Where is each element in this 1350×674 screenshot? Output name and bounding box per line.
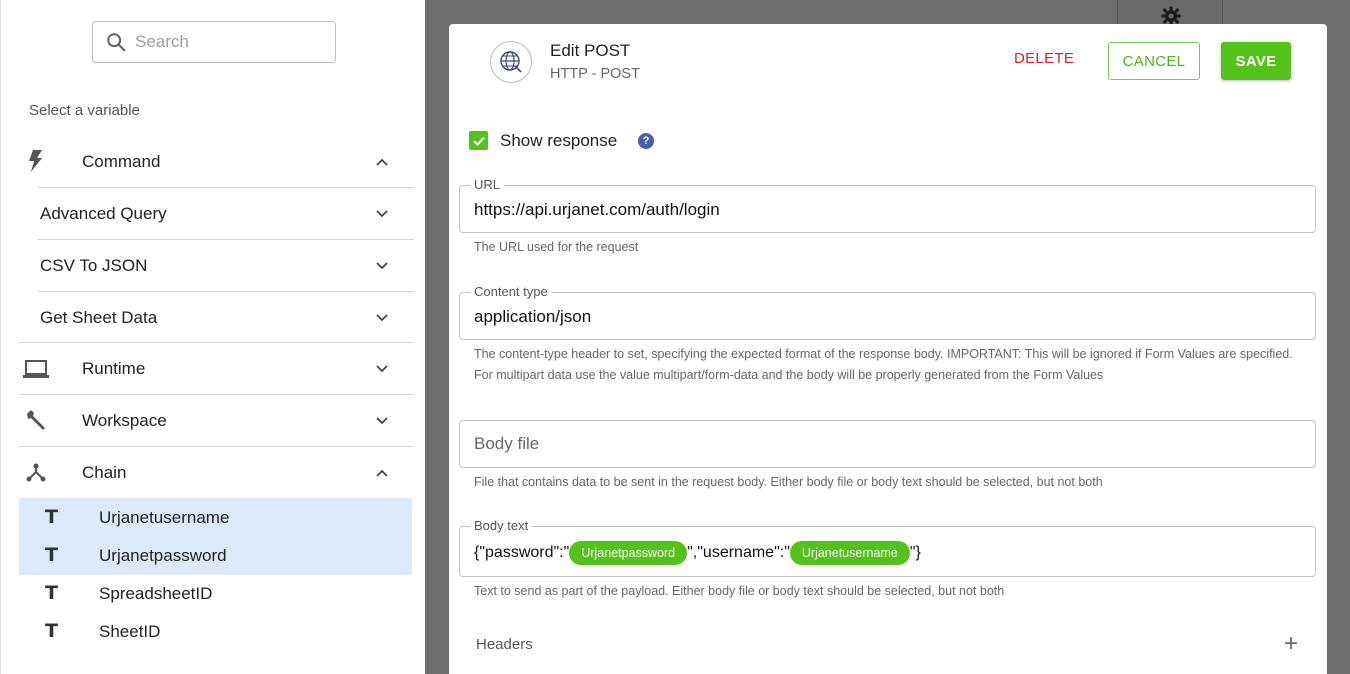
url-legend: URL <box>470 177 505 192</box>
wrench-icon <box>23 407 49 433</box>
category-command-label: Command <box>82 152 161 171</box>
variable-chip[interactable]: Urjanetpassword <box>569 541 688 565</box>
add-header-icon[interactable]: + <box>1284 630 1298 658</box>
csv-to-json-label: CSV To JSON <box>40 256 148 275</box>
category-runtime-label: Runtime <box>82 359 146 378</box>
variable-sidebar: Select a variable Command Advanced Query… <box>0 0 425 674</box>
variable-label: SheetID <box>99 622 161 641</box>
edit-post-dialog: Edit POST HTTP - POST DELETE CANCEL SAVE… <box>449 24 1327 674</box>
body-text-value: {"password":" Urjanetpassword ","username"… <box>474 541 921 565</box>
body-text-segment: {"password":" <box>474 544 570 562</box>
variable-label: Urjanetusername <box>99 508 230 527</box>
advanced-query-label: Advanced Query <box>40 204 167 223</box>
command-get-sheet-data[interactable]: Get Sheet Data <box>40 306 389 330</box>
checkmark-icon <box>472 136 485 146</box>
text-type-icon: T <box>45 582 58 604</box>
chevron-down-icon <box>376 262 388 270</box>
delete-button[interactable]: DELETE <box>1014 50 1074 67</box>
variable-chip[interactable]: Urjanetusername <box>789 541 910 565</box>
divider <box>19 342 414 343</box>
text-type-icon: T <box>45 620 58 642</box>
divider <box>19 446 414 447</box>
show-response-label: Show response <box>500 131 618 150</box>
url-value: https://api.urjanet.com/auth/login <box>474 200 720 219</box>
content-type-hint: The content-type header to set, specifyi… <box>474 347 1293 382</box>
body-text-field[interactable]: Body text {"password":" Urjanetpassword ",… <box>459 518 1316 577</box>
chevron-down-icon <box>376 210 388 218</box>
divider <box>38 187 414 188</box>
help-icon[interactable]: ? <box>638 133 654 149</box>
url-hint: The URL used for the request <box>474 240 639 254</box>
dialog-title: Edit POST <box>550 41 631 60</box>
category-chain[interactable]: Chain <box>82 461 389 485</box>
command-csv-to-json[interactable]: CSV To JSON <box>40 254 389 278</box>
settings-tab[interactable] <box>1117 0 1223 26</box>
laptop-icon <box>23 356 49 382</box>
content-type-field[interactable]: Content type application/json <box>459 284 1316 340</box>
save-button[interactable]: SAVE <box>1221 42 1291 80</box>
body-text-hint: Text to send as part of the payload. Eit… <box>474 584 1005 598</box>
chevron-down-icon <box>376 417 388 425</box>
bolt-icon <box>23 148 49 174</box>
search-input[interactable] <box>135 32 315 52</box>
body-file-hint: File that contains data to be sent in th… <box>474 475 1103 489</box>
body-text-legend: Body text <box>470 518 533 533</box>
search-box[interactable] <box>92 21 336 63</box>
category-command[interactable]: Command <box>82 150 389 174</box>
divider <box>19 394 414 395</box>
divider <box>38 291 414 292</box>
category-workspace[interactable]: Workspace <box>82 409 389 433</box>
headers-label: Headers <box>476 636 533 653</box>
cancel-button[interactable]: CANCEL <box>1108 42 1200 80</box>
chevron-down-icon <box>376 314 388 322</box>
text-type-icon: T <box>45 544 58 566</box>
command-advanced-query[interactable]: Advanced Query <box>40 202 389 226</box>
variable-label: SpreadsheetID <box>99 584 213 603</box>
body-file-field[interactable]: Body file <box>459 420 1316 468</box>
body-text-segment: "} <box>909 544 921 562</box>
body-file-placeholder: Body file <box>474 434 540 453</box>
variable-label: Urjanetpassword <box>99 546 227 565</box>
show-response-checkbox[interactable] <box>469 131 488 150</box>
select-variable-label: Select a variable <box>29 102 140 119</box>
content-type-legend: Content type <box>470 284 552 299</box>
category-workspace-label: Workspace <box>82 411 167 430</box>
url-field[interactable]: URL https://api.urjanet.com/auth/login <box>459 177 1316 233</box>
content-type-value: application/json <box>474 307 592 326</box>
chevron-up-icon <box>376 469 388 477</box>
category-runtime[interactable]: Runtime <box>82 357 389 381</box>
chevron-down-icon <box>376 365 388 373</box>
globe-icon <box>490 41 532 83</box>
body-text-segment: ","username":" <box>687 544 790 562</box>
category-chain-label: Chain <box>82 463 127 482</box>
get-sheet-data-label: Get Sheet Data <box>40 308 158 327</box>
text-type-icon: T <box>45 506 58 528</box>
chain-fork-icon <box>23 459 49 485</box>
chevron-up-icon <box>376 158 388 166</box>
divider <box>38 239 414 240</box>
dialog-subtitle: HTTP - POST <box>550 66 640 82</box>
gear-icon <box>1161 6 1181 26</box>
search-icon <box>107 33 126 52</box>
